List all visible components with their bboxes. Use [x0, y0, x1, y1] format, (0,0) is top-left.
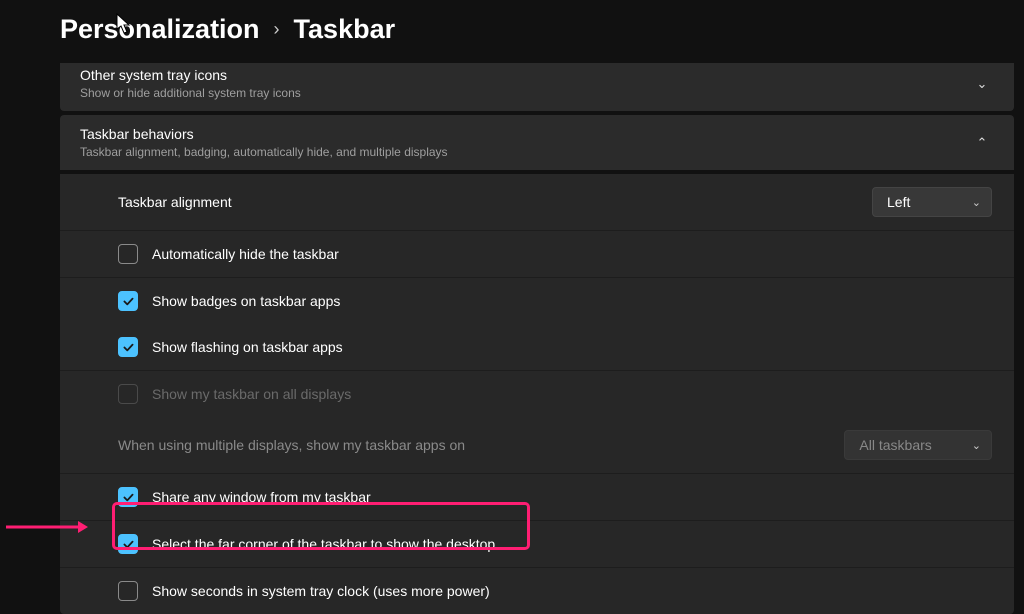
checkbox-flashing[interactable] — [118, 337, 138, 357]
checkbox-badges[interactable] — [118, 291, 138, 311]
row-label: Select the far corner of the taskbar to … — [152, 536, 495, 552]
checkbox-all-displays — [118, 384, 138, 404]
section-taskbar-behaviors[interactable]: Taskbar behaviors Taskbar alignment, bad… — [60, 115, 1014, 170]
checkbox-far-corner[interactable] — [118, 534, 138, 554]
chevron-right-icon: › — [274, 19, 280, 40]
row-badges[interactable]: Show badges on taskbar apps — [60, 277, 1014, 324]
dropdown-multi-displays: All taskbars ⌄ — [844, 430, 992, 460]
checkbox-seconds[interactable] — [118, 581, 138, 601]
section-title: Taskbar behaviors — [80, 126, 448, 142]
row-label: When using multiple displays, show my ta… — [118, 437, 465, 453]
row-label: Show seconds in system tray clock (uses … — [152, 583, 490, 599]
breadcrumb-current: Taskbar — [294, 14, 396, 45]
section-title: Other system tray icons — [80, 67, 301, 83]
chevron-down-icon: ⌄ — [972, 439, 981, 452]
row-taskbar-alignment: Taskbar alignment Left ⌄ — [60, 174, 1014, 230]
breadcrumb: Personalization › Taskbar — [0, 0, 1024, 63]
row-label: Show flashing on taskbar apps — [152, 339, 343, 355]
row-autohide[interactable]: Automatically hide the taskbar — [60, 230, 1014, 277]
row-label: Taskbar alignment — [118, 194, 232, 210]
dropdown-value: All taskbars — [859, 437, 931, 453]
row-label: Show my taskbar on all displays — [152, 386, 351, 402]
behaviors-body: Taskbar alignment Left ⌄ Automatically h… — [60, 174, 1014, 614]
row-multi-displays: When using multiple displays, show my ta… — [60, 417, 1014, 473]
checkbox-share-window[interactable] — [118, 487, 138, 507]
row-seconds[interactable]: Show seconds in system tray clock (uses … — [60, 567, 1014, 614]
section-subtitle: Taskbar alignment, badging, automaticall… — [80, 145, 448, 159]
settings-content: Other system tray icons Show or hide add… — [0, 63, 1014, 614]
chevron-down-icon: ⌄ — [972, 76, 992, 92]
row-share-window[interactable]: Share any window from my taskbar — [60, 473, 1014, 520]
section-other-tray-icons[interactable]: Other system tray icons Show or hide add… — [60, 63, 1014, 111]
checkbox-autohide[interactable] — [118, 244, 138, 264]
section-subtitle: Show or hide additional system tray icon… — [80, 86, 301, 100]
row-label: Share any window from my taskbar — [152, 489, 371, 505]
row-all-displays: Show my taskbar on all displays — [60, 370, 1014, 417]
row-label: Show badges on taskbar apps — [152, 293, 340, 309]
chevron-up-icon: ⌃ — [972, 135, 992, 151]
row-flashing[interactable]: Show flashing on taskbar apps — [60, 324, 1014, 370]
row-far-corner[interactable]: Select the far corner of the taskbar to … — [60, 520, 1014, 567]
breadcrumb-parent[interactable]: Personalization — [60, 14, 260, 45]
dropdown-alignment[interactable]: Left ⌄ — [872, 187, 992, 217]
chevron-down-icon: ⌄ — [972, 196, 981, 209]
dropdown-value: Left — [887, 194, 910, 210]
row-label: Automatically hide the taskbar — [152, 246, 339, 262]
